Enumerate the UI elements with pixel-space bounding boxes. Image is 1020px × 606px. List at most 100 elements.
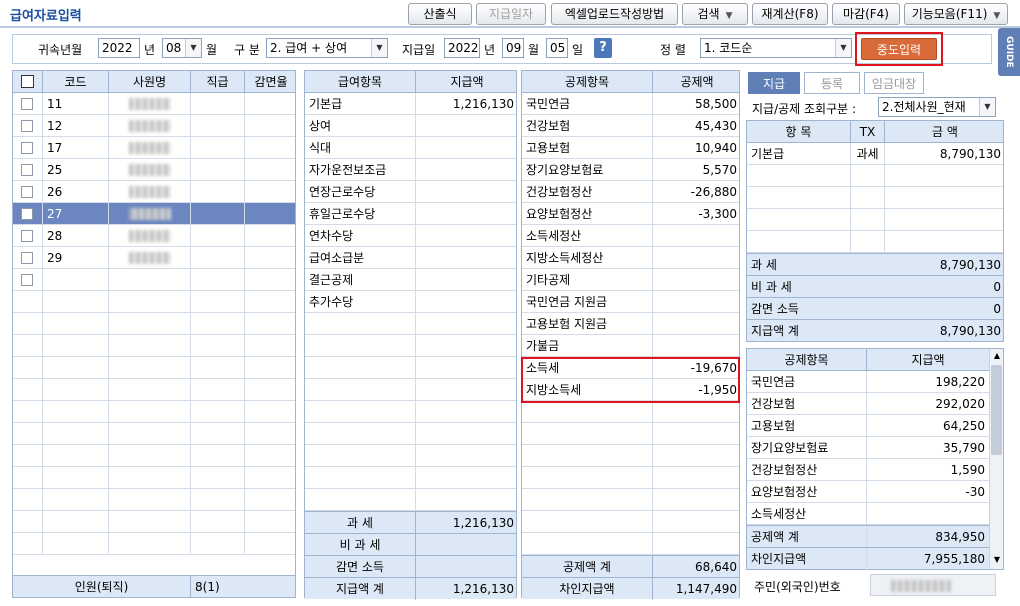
table-row[interactable]	[522, 445, 739, 467]
toolbar-button-6[interactable]: 기능모음(F11) ▼	[904, 3, 1008, 25]
table-row[interactable]	[305, 357, 516, 379]
table-row[interactable]: 건강보험정산 1,590	[747, 459, 989, 481]
pay-day-input[interactable]: 05	[546, 38, 568, 58]
pay-item-amount[interactable]	[416, 291, 518, 313]
table-row[interactable]	[13, 511, 295, 533]
toolbar-button-3[interactable]: 검색 ▼	[682, 3, 748, 25]
checkbox-cell[interactable]	[13, 489, 43, 511]
deduction-item-amount[interactable]	[653, 467, 741, 489]
table-row[interactable]	[13, 533, 295, 555]
table-row[interactable]: 소득세정산	[747, 503, 989, 525]
checkbox-cell[interactable]	[13, 291, 43, 313]
table-row[interactable]	[305, 467, 516, 489]
table-row[interactable]	[13, 291, 295, 313]
pay-item-amount[interactable]	[416, 489, 518, 511]
checkbox-cell[interactable]	[13, 533, 43, 555]
deduction-item-amount[interactable]	[653, 225, 741, 247]
toolbar-button-2[interactable]: 엑셀업로드작성방법	[551, 3, 678, 25]
table-row[interactable]	[13, 467, 295, 489]
table-row[interactable]	[13, 379, 295, 401]
pay-item-amount[interactable]	[416, 445, 518, 467]
table-row[interactable]	[13, 445, 295, 467]
checkbox-cell[interactable]	[13, 93, 43, 115]
table-row[interactable]	[522, 533, 739, 555]
checkbox-cell[interactable]	[13, 115, 43, 137]
guide-tab[interactable]: GUIDE	[998, 28, 1020, 76]
table-row[interactable]: 장기요양보험료 35,790	[747, 437, 989, 459]
table-row[interactable]: 요양보험정산 -3,300	[522, 203, 739, 225]
table-row[interactable]: 건강보험 45,430	[522, 115, 739, 137]
pay-item-amount[interactable]	[416, 137, 518, 159]
deduction-item-amount[interactable]	[653, 423, 741, 445]
scroll-down-icon[interactable]: ▼	[992, 555, 1002, 565]
deduction-item-amount[interactable]	[653, 247, 741, 269]
year-input[interactable]: 2022	[98, 38, 140, 58]
pay-item-amount[interactable]	[416, 379, 518, 401]
table-row[interactable]: 26	[13, 181, 295, 203]
deduction-item-amount[interactable]: 45,430	[653, 115, 741, 137]
scroll-thumb[interactable]	[991, 365, 1002, 455]
pay-item-amount[interactable]: 1,216,130	[416, 93, 518, 115]
deduction-item-amount[interactable]	[653, 489, 741, 511]
checkbox-cell[interactable]	[13, 203, 43, 225]
table-row[interactable]	[747, 209, 1003, 231]
toolbar-button-0[interactable]: 산출식	[408, 3, 472, 25]
table-row[interactable]	[305, 335, 516, 357]
table-row[interactable]: 고용보험 지원금	[522, 313, 739, 335]
checkbox-cell[interactable]	[13, 445, 43, 467]
table-row[interactable]	[13, 401, 295, 423]
row-checkbox[interactable]	[21, 98, 33, 110]
table-row[interactable]: 건강보험 292,020	[747, 393, 989, 415]
table-row[interactable]	[13, 423, 295, 445]
scroll-up-icon[interactable]: ▲	[992, 351, 1002, 361]
select-all-checkbox[interactable]	[21, 75, 34, 88]
pay-item-amount[interactable]	[416, 423, 518, 445]
table-row[interactable]	[522, 511, 739, 533]
table-row[interactable]: 국민연금 198,220	[747, 371, 989, 393]
pay-item-amount[interactable]	[416, 225, 518, 247]
side-ded-scrollbar[interactable]: ▲ ▼	[989, 349, 1003, 569]
row-checkbox[interactable]	[21, 252, 33, 264]
deduction-item-amount[interactable]	[653, 335, 741, 357]
pay-item-amount[interactable]	[416, 115, 518, 137]
deduction-item-amount[interactable]: -3,300	[653, 203, 741, 225]
table-row[interactable]: 휴일근로수당	[305, 203, 516, 225]
checkbox-cell[interactable]	[13, 159, 43, 181]
table-row[interactable]	[305, 445, 516, 467]
resident-number-field[interactable]	[870, 574, 996, 596]
table-row[interactable]	[747, 187, 1003, 209]
toolbar-button-4[interactable]: 재계산(F8)	[752, 3, 828, 25]
checkbox-cell[interactable]	[13, 247, 43, 269]
table-row[interactable]: 요양보험정산 -30	[747, 481, 989, 503]
toolbar-button-5[interactable]: 마감(F4)	[832, 3, 900, 25]
select-all-cell[interactable]	[13, 71, 43, 93]
deduction-item-amount[interactable]: 58,500	[653, 93, 741, 115]
table-row[interactable]	[305, 423, 516, 445]
pay-item-amount[interactable]	[416, 313, 518, 335]
checkbox-cell[interactable]	[13, 225, 43, 247]
pay-item-amount[interactable]	[416, 181, 518, 203]
table-row[interactable]: 지방소득세정산	[522, 247, 739, 269]
table-row[interactable]	[747, 231, 1003, 253]
pay-month-input[interactable]: 09	[502, 38, 524, 58]
table-row[interactable]: 연장근로수당	[305, 181, 516, 203]
table-row[interactable]: 기타공제	[522, 269, 739, 291]
help-icon[interactable]: ?	[594, 38, 612, 58]
table-row[interactable]	[13, 335, 295, 357]
row-checkbox[interactable]	[21, 274, 33, 286]
table-row[interactable]: 17	[13, 137, 295, 159]
checkbox-cell[interactable]	[13, 335, 43, 357]
table-row[interactable]: 결근공제	[305, 269, 516, 291]
deduction-item-amount[interactable]	[653, 445, 741, 467]
table-row[interactable]	[522, 489, 739, 511]
deduction-item-amount[interactable]	[653, 291, 741, 313]
row-checkbox[interactable]	[21, 230, 33, 242]
checkbox-cell[interactable]	[13, 137, 43, 159]
pay-item-amount[interactable]	[416, 357, 518, 379]
month-select[interactable]: 08 ▼	[162, 38, 202, 58]
checkbox-cell[interactable]	[13, 401, 43, 423]
table-row[interactable]: 국민연금 지원금	[522, 291, 739, 313]
row-checkbox[interactable]	[21, 120, 33, 132]
table-row[interactable]: 장기요양보험료 5,570	[522, 159, 739, 181]
table-row[interactable]	[13, 313, 295, 335]
